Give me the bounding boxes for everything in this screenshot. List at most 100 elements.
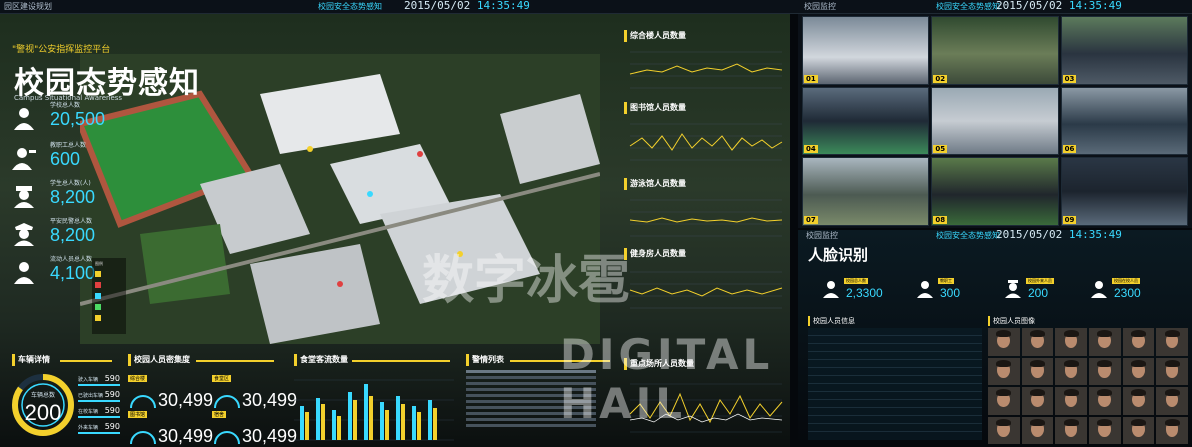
- face-thumbnail[interactable]: [988, 416, 1020, 444]
- camera-feed[interactable]: 01: [802, 16, 930, 85]
- right-window-label: 校园监控: [804, 2, 836, 11]
- face-thumbnail[interactable]: [1021, 387, 1054, 415]
- face-stat-value: 200: [1028, 286, 1049, 300]
- face-thumbnail[interactable]: [1021, 416, 1054, 444]
- canteen-title: 食堂客流数量: [294, 354, 348, 366]
- table-row[interactable]: [808, 400, 982, 408]
- gauge-label: 综合楼: [128, 375, 148, 382]
- face-thumbnail[interactable]: [1055, 328, 1087, 356]
- camera-feed[interactable]: 02: [931, 16, 1059, 85]
- vehicle-title: 车辆详情: [12, 354, 50, 366]
- face-thumbnail[interactable]: [1088, 328, 1121, 356]
- face-image-grid: [988, 328, 1188, 444]
- face-stat-value: 2300: [1114, 286, 1141, 300]
- camera-number: 03: [1062, 74, 1077, 83]
- center-datetime: 2015/05/02 14:35:49: [404, 0, 530, 12]
- camera-feed[interactable]: 05: [931, 86, 1059, 156]
- face-thumbnail[interactable]: [1055, 416, 1087, 444]
- stat-label: 教职工总人数: [50, 142, 87, 149]
- camera-number: 04: [804, 145, 818, 154]
- person-info-table[interactable]: [808, 328, 982, 440]
- table-row[interactable]: [808, 352, 982, 360]
- alarm-row[interactable]: [466, 382, 596, 385]
- face-stat: 校园外来人员 200: [1004, 278, 1092, 306]
- gauge-label: 宿舍: [212, 411, 227, 418]
- center-time: 14:35:49: [476, 0, 530, 12]
- alarm-row[interactable]: [466, 370, 596, 373]
- face-thumbnail[interactable]: [1122, 387, 1155, 415]
- alarm-row[interactable]: [466, 394, 596, 397]
- gauge-value: 30,499: [242, 426, 298, 446]
- table-row[interactable]: [808, 416, 982, 424]
- camera-feed[interactable]: 07: [802, 157, 930, 226]
- alarm-row[interactable]: [466, 424, 596, 427]
- stat-value: 600: [50, 149, 81, 169]
- face-grid-title: 校园人员图像: [988, 316, 1035, 326]
- vehicle-row: 驶入车辆 590: [78, 374, 120, 386]
- face-thumbnail[interactable]: [1122, 328, 1155, 356]
- alarm-row[interactable]: [466, 412, 596, 415]
- face-thumbnail[interactable]: [1156, 416, 1188, 444]
- face-thumbnail[interactable]: [988, 357, 1020, 385]
- face-thumbnail[interactable]: [1021, 357, 1054, 385]
- canteen-title-rule: [352, 360, 450, 362]
- face-thumbnail[interactable]: [1055, 387, 1087, 415]
- right-time: 14:35:49: [1068, 0, 1122, 12]
- table-row[interactable]: [808, 376, 982, 384]
- right-date: 2015/05/02: [996, 0, 1063, 12]
- alarm-row[interactable]: [466, 400, 596, 403]
- table-row[interactable]: [808, 368, 982, 376]
- face-thumbnail[interactable]: [1122, 416, 1155, 444]
- camera-feed[interactable]: 09: [1060, 157, 1188, 226]
- face-thumbnail[interactable]: [1122, 357, 1155, 385]
- center-title: 校园安全态势感知: [318, 2, 382, 11]
- table-row[interactable]: [808, 384, 982, 392]
- face-thumbnail[interactable]: [1055, 357, 1087, 385]
- person-icon: [14, 108, 34, 130]
- alarm-row[interactable]: [466, 406, 596, 409]
- table-row[interactable]: [808, 424, 982, 432]
- table-row[interactable]: [808, 392, 982, 400]
- face-thumbnail[interactable]: [1088, 357, 1121, 385]
- face-thumbnail[interactable]: [1021, 328, 1054, 356]
- gauge-arc: [130, 395, 156, 409]
- table-row[interactable]: [808, 328, 982, 336]
- campus-dashboard-panel: "警视"公安指挥监控平台 校园态势感知 Campus Situational A…: [0, 14, 790, 447]
- gauge-arc: [214, 395, 240, 409]
- face-stat-value: 2,3300: [846, 286, 883, 300]
- table-row[interactable]: [808, 360, 982, 368]
- camera-number: 08: [933, 215, 948, 224]
- face-thumbnail[interactable]: [1088, 387, 1121, 415]
- camera-feed[interactable]: 04: [802, 86, 930, 156]
- table-row[interactable]: [808, 344, 982, 352]
- face-thumbnail[interactable]: [1156, 357, 1188, 385]
- gauge-label: 食堂区: [212, 375, 232, 382]
- face-thumbnail[interactable]: [1156, 387, 1188, 415]
- table-row[interactable]: [808, 336, 982, 344]
- face-thumbnail[interactable]: [1156, 328, 1188, 356]
- vehicle-ring-label: 车辆总数: [30, 392, 55, 399]
- face-thumbnail[interactable]: [988, 387, 1020, 415]
- alarm-row[interactable]: [466, 376, 596, 379]
- face-panel-date: 2015/05/02: [996, 228, 1063, 241]
- camera-feed[interactable]: 08: [931, 157, 1059, 226]
- visitor-icon: [14, 262, 34, 284]
- platform-name: "警视"公安指挥监控平台: [12, 45, 111, 55]
- vehicle-row-label: 外来车辆: [78, 425, 99, 431]
- face-panel-title: 校园安全态势感知: [936, 231, 1000, 240]
- alarm-list[interactable]: [466, 370, 596, 447]
- face-panel-time: 14:35:49: [1068, 228, 1122, 241]
- alarm-row[interactable]: [466, 418, 596, 421]
- table-row[interactable]: [808, 408, 982, 416]
- camera-feed[interactable]: 03: [1060, 16, 1188, 85]
- vehicle-row-value: 590: [104, 390, 120, 399]
- face-thumbnail[interactable]: [988, 328, 1020, 356]
- camera-feed[interactable]: 06: [1060, 86, 1188, 156]
- stat-value: 8,200: [50, 187, 96, 207]
- stat-total-people: 学校总人数 20,500: [12, 100, 122, 136]
- alarm-row[interactable]: [466, 388, 596, 391]
- face-thumbnail[interactable]: [1088, 416, 1121, 444]
- camera-panel: 01 02 03 04 05 06 07 08 09: [798, 14, 1192, 228]
- police-icon: [14, 223, 34, 246]
- gauge-arc: [214, 431, 240, 445]
